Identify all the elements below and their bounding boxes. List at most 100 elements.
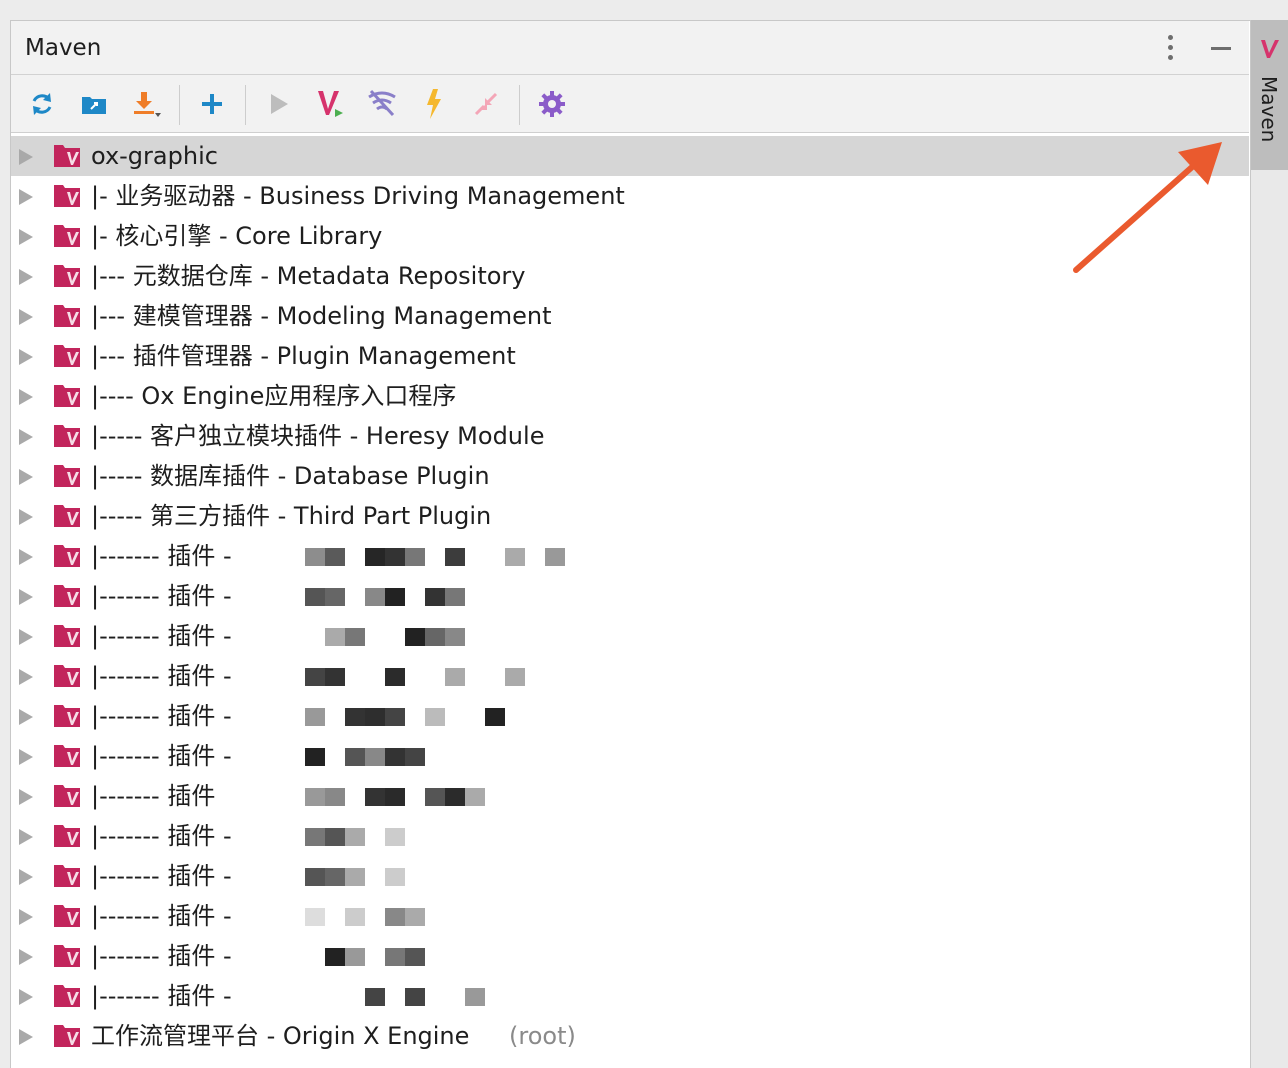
maven-module-icon (54, 425, 80, 447)
expand-arrow-icon[interactable] (19, 189, 33, 205)
maven-tool-window-screen: Maven ox-graphic |- 业务驱动器 - Business Dri… (0, 0, 1288, 1068)
expand-arrow-icon[interactable] (19, 869, 33, 885)
expand-arrow-icon[interactable] (19, 829, 33, 845)
tree-row[interactable]: 工作流管理平台 - Origin X Engine (root) (11, 1016, 1249, 1056)
tree-row[interactable]: |------- 插件 - (11, 856, 1249, 896)
tree-row[interactable]: |------- 插件 - (11, 896, 1249, 936)
maven-module-icon (54, 265, 80, 287)
execute-goal-icon[interactable] (313, 87, 347, 121)
tree-row-label: |------- 插件 - (91, 982, 232, 1010)
tree-row-label: |----- 数据库插件 - Database Plugin (91, 462, 490, 490)
maven-module-icon (54, 985, 80, 1007)
tree-row-label: |------- 插件 - (91, 702, 232, 730)
tree-row-label: |------- 插件 - (91, 862, 232, 890)
tree-row[interactable]: |--- 插件管理器 - Plugin Management (11, 336, 1249, 376)
tree-row-label: |---- Ox Engine应用程序入口程序 (91, 382, 457, 410)
panel-header: Maven (11, 21, 1249, 75)
tree-row[interactable]: |---- Ox Engine应用程序入口程序 (11, 376, 1249, 416)
expand-arrow-icon[interactable] (19, 1029, 33, 1045)
tree-row-label: |------- 插件 - (91, 662, 232, 690)
tree-row-label: |----- 第三方插件 - Third Part Plugin (91, 502, 492, 530)
generate-sources-icon[interactable] (77, 87, 111, 121)
expand-arrow-icon[interactable] (19, 149, 33, 165)
add-icon[interactable] (195, 87, 229, 121)
tree-row[interactable]: |----- 数据库插件 - Database Plugin (11, 456, 1249, 496)
tree-row-label: |------- 插件 - (91, 942, 232, 970)
tree-row[interactable]: |------- 插件 (11, 776, 1249, 816)
expand-arrow-icon[interactable] (19, 629, 33, 645)
tree-row-label: |- 核心引擎 - Core Library (91, 222, 383, 250)
maven-module-icon (54, 585, 80, 607)
maven-module-icon (54, 225, 80, 247)
maven-logo-icon (1261, 40, 1279, 58)
redacted-text-mosaic (305, 540, 605, 572)
redacted-text-mosaic (305, 940, 605, 972)
expand-arrow-icon[interactable] (19, 749, 33, 765)
expand-arrow-icon[interactable] (19, 789, 33, 805)
redacted-text-mosaic (305, 620, 605, 652)
tree-row[interactable]: |------- 插件 - (11, 616, 1249, 656)
maven-stripe-tab[interactable]: Maven (1251, 20, 1288, 170)
expand-arrow-icon[interactable] (19, 949, 33, 965)
maven-module-icon (54, 865, 80, 887)
toggle-offline-icon[interactable] (365, 87, 399, 121)
panel-title: Maven (25, 35, 102, 61)
toolbar-separator (245, 85, 246, 125)
redacted-text-mosaic (305, 660, 605, 692)
reload-icon[interactable] (25, 87, 59, 121)
maven-stripe-label: Maven (1257, 76, 1281, 143)
expand-arrow-icon[interactable] (19, 549, 33, 565)
expand-arrow-icon[interactable] (19, 989, 33, 1005)
tree-row[interactable]: |------- 插件 - (11, 936, 1249, 976)
expand-arrow-icon[interactable] (19, 309, 33, 325)
tree-row[interactable]: |------- 插件 - (11, 816, 1249, 856)
tree-row[interactable]: |------- 插件 - (11, 736, 1249, 776)
collapse-all-icon[interactable] (469, 87, 503, 121)
expand-arrow-icon[interactable] (19, 469, 33, 485)
expand-arrow-icon[interactable] (19, 509, 33, 525)
expand-arrow-icon[interactable] (19, 709, 33, 725)
expand-arrow-icon[interactable] (19, 349, 33, 365)
maven-module-icon (54, 785, 80, 807)
maven-toolbar (11, 75, 1249, 133)
tree-row-label: |- 业务驱动器 - Business Driving Management (91, 182, 625, 210)
redacted-text-mosaic (305, 980, 605, 1012)
maven-module-icon (54, 945, 80, 967)
redacted-text-mosaic (305, 900, 605, 932)
tree-row[interactable]: |----- 第三方插件 - Third Part Plugin (11, 496, 1249, 536)
maven-module-icon (54, 145, 80, 167)
tree-row-label: ox-graphic (91, 142, 218, 170)
expand-arrow-icon[interactable] (19, 669, 33, 685)
maven-module-icon (54, 305, 80, 327)
tree-row-label: 工作流管理平台 - Origin X Engine (91, 1022, 470, 1050)
expand-arrow-icon[interactable] (19, 389, 33, 405)
tree-row[interactable]: |------- 插件 - (11, 976, 1249, 1016)
redacted-text-mosaic (305, 580, 605, 612)
redacted-text-mosaic (305, 780, 605, 812)
tree-row-label: |------- 插件 - (91, 582, 232, 610)
tree-row-label: |--- 插件管理器 - Plugin Management (91, 342, 516, 370)
redacted-text-mosaic (305, 860, 605, 892)
expand-arrow-icon[interactable] (19, 909, 33, 925)
tree-row[interactable]: |------- 插件 - (11, 536, 1249, 576)
expand-arrow-icon[interactable] (19, 589, 33, 605)
options-menu-icon[interactable] (1163, 33, 1177, 63)
tree-row[interactable]: |--- 建模管理器 - Modeling Management (11, 296, 1249, 336)
maven-module-icon (54, 545, 80, 567)
right-tool-stripe: Maven (1250, 20, 1288, 1068)
download-icon[interactable] (129, 87, 163, 121)
expand-arrow-icon[interactable] (19, 269, 33, 285)
tree-row-label: |--- 元数据仓库 - Metadata Repository (91, 262, 526, 290)
tree-row[interactable]: |------- 插件 - (11, 696, 1249, 736)
minimize-icon[interactable] (1209, 39, 1233, 59)
skip-tests-icon[interactable] (417, 87, 451, 121)
run-icon[interactable] (261, 87, 295, 121)
expand-arrow-icon[interactable] (19, 429, 33, 445)
expand-arrow-icon[interactable] (19, 229, 33, 245)
tree-row[interactable]: |----- 客户独立模块插件 - Heresy Module (11, 416, 1249, 456)
settings-icon[interactable] (535, 87, 569, 121)
tree-row[interactable]: |------- 插件 - (11, 656, 1249, 696)
tree-row-label: |------- 插件 - (91, 742, 232, 770)
maven-module-icon (54, 345, 80, 367)
tree-row[interactable]: |------- 插件 - (11, 576, 1249, 616)
